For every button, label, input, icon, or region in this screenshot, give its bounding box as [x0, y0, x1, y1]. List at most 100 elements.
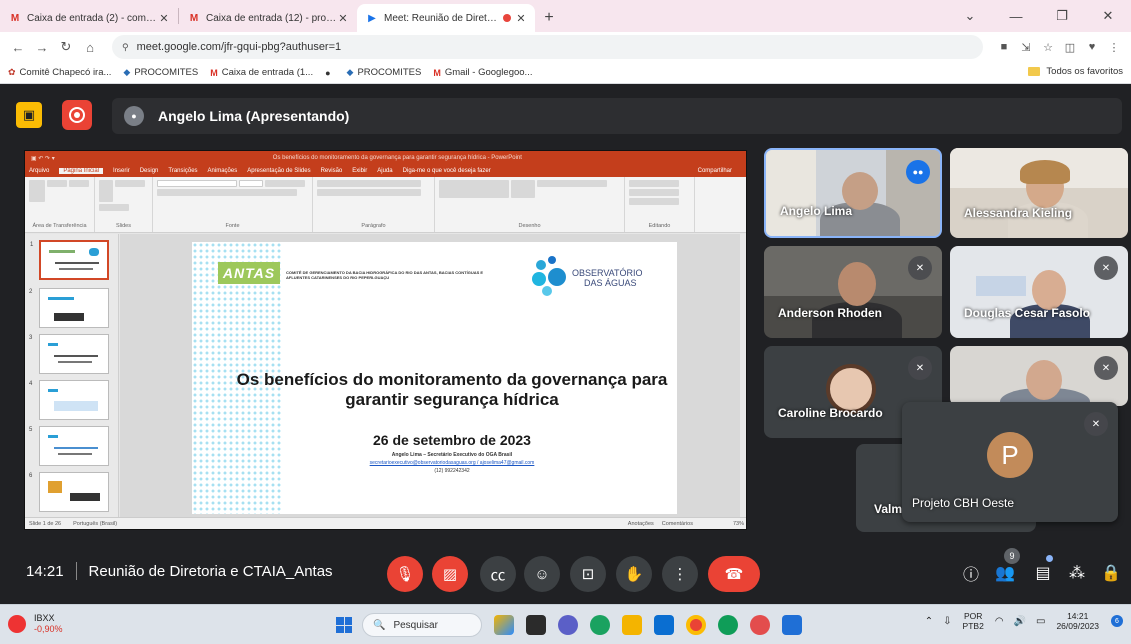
- tab-search-icon[interactable]: ⌄: [947, 0, 993, 32]
- captions-button[interactable]: ㏄: [480, 556, 516, 592]
- folder-icon: [1028, 67, 1041, 76]
- stock-widget[interactable]: IBXX -0,90%: [8, 613, 63, 635]
- notes-button[interactable]: Anotações: [628, 521, 654, 527]
- browser-app-icon[interactable]: [590, 615, 610, 635]
- windows-start-icon[interactable]: [336, 617, 352, 633]
- app-icon[interactable]: [750, 615, 770, 635]
- back-icon[interactable]: ←: [6, 35, 30, 59]
- info-icon[interactable]: ⓘ: [958, 560, 984, 586]
- store-app-icon[interactable]: [654, 615, 674, 635]
- clock[interactable]: 14:21 26/09/2023: [1056, 611, 1099, 631]
- close-icon[interactable]: ✕: [515, 12, 527, 25]
- participant-tile-anderson[interactable]: ✕ Anderson Rhoden: [764, 246, 942, 338]
- ppt-tab[interactable]: Transições: [168, 168, 197, 174]
- ppt-share[interactable]: Compartilhar: [698, 168, 732, 174]
- recording-button[interactable]: [62, 100, 92, 130]
- current-slide[interactable]: ANTAS COMITÊ DE GERENCIAMENTO DA BACIA H…: [192, 242, 677, 514]
- reload-icon[interactable]: ↻: [54, 35, 78, 59]
- people-icon[interactable]: 👥: [992, 560, 1018, 586]
- url-bar[interactable]: ⚲ meet.google.com/jfr-gqui-pbg?authuser=…: [112, 35, 983, 59]
- widgets-app-icon[interactable]: [494, 615, 514, 635]
- bookmark-item[interactable]: ◆ PROCOMITES: [123, 67, 198, 78]
- mic-off-button[interactable]: 🎙: [387, 556, 423, 592]
- usb-icon[interactable]: ⇩: [943, 616, 951, 627]
- chevron-up-icon[interactable]: ⌃: [925, 616, 933, 627]
- leave-call-button[interactable]: ☎: [708, 556, 760, 592]
- taskbar-search[interactable]: 🔍 Pesquisar: [362, 613, 482, 637]
- ppt-tab[interactable]: Página Inicial: [59, 168, 104, 174]
- menu-icon[interactable]: ⋮: [1103, 36, 1125, 58]
- ppt-tab[interactable]: Apresentação de Slides: [247, 168, 310, 174]
- ppt-tab[interactable]: Ajuda: [377, 168, 392, 174]
- raise-hand-button[interactable]: ✋: [616, 556, 652, 592]
- comments-button[interactable]: Comentários: [662, 521, 693, 527]
- ppt-workspace: 1 2 3 4 5 6 ANTAS COMITÊ DE GERENCIAMENT…: [25, 234, 746, 519]
- all-bookmarks[interactable]: Todos os favoritos: [1028, 66, 1123, 77]
- language-indicator[interactable]: POR PTB2: [963, 611, 984, 631]
- ppt-tab[interactable]: Exibir: [352, 168, 367, 174]
- emoji-button[interactable]: ☺: [524, 556, 560, 592]
- tab-gmail-1[interactable]: M Caixa de entrada (2) - comitecha ✕: [0, 4, 178, 32]
- forward-icon[interactable]: →: [30, 35, 54, 59]
- slide-thumbnail[interactable]: 6: [29, 472, 109, 512]
- close-icon[interactable]: ✕: [158, 12, 170, 25]
- tab-meet[interactable]: ▶ Meet: Reunião de Diretoria e ✕: [357, 4, 535, 32]
- participant-tile-unnamed[interactable]: ✕: [950, 346, 1128, 406]
- edge-app-icon[interactable]: [718, 615, 738, 635]
- activities-icon[interactable]: ⁂: [1064, 560, 1090, 586]
- extension-icon[interactable]: ♥: [1081, 36, 1103, 58]
- bookmark-item[interactable]: ◆ PROCOMITES: [347, 67, 422, 78]
- chrome-app-icon[interactable]: [686, 615, 706, 635]
- bookmark-item[interactable]: M Caixa de entrada (1...: [210, 67, 313, 78]
- ppt-tab[interactable]: Inserir: [113, 168, 130, 174]
- install-icon[interactable]: ⇲: [1015, 36, 1037, 58]
- tab-gmail-2[interactable]: M Caixa de entrada (12) - projetoc ✕: [179, 4, 357, 32]
- minimize-icon[interactable]: —: [993, 0, 1039, 32]
- star-icon[interactable]: ☆: [1037, 36, 1059, 58]
- new-tab-button[interactable]: +: [535, 4, 563, 32]
- ppt-tab[interactable]: Animações: [208, 168, 238, 174]
- participant-tile-alessandra[interactable]: Alessandra Kieling: [950, 148, 1128, 238]
- volume-icon[interactable]: 🔊: [1014, 616, 1026, 627]
- participant-tile-douglas[interactable]: ✕ Douglas Cesar Fasolo: [950, 246, 1128, 338]
- ppt-tab[interactable]: Revisão: [321, 168, 343, 174]
- slide-thumbnail[interactable]: 3: [29, 334, 109, 374]
- speaking-indicator-icon: ●●: [906, 160, 930, 184]
- bookmark-item[interactable]: ✿ Comitê Chapecó ira...: [8, 67, 111, 78]
- slide-thumbnail[interactable]: 2: [29, 288, 109, 328]
- participant-tile-angelo[interactable]: ●● Angelo Lima: [764, 148, 942, 238]
- notification-badge[interactable]: 6: [1111, 615, 1123, 627]
- participant-tile-projeto-cbh[interactable]: P ✕ Projeto CBH Oeste: [902, 402, 1118, 522]
- side-panel-icon[interactable]: ◫: [1059, 36, 1081, 58]
- close-window-icon[interactable]: ✕: [1085, 0, 1131, 32]
- present-button[interactable]: ⊡: [570, 556, 606, 592]
- host-controls-icon[interactable]: 🔒: [1098, 560, 1124, 586]
- wifi-icon[interactable]: ◠: [995, 616, 1004, 627]
- gmail-icon: M: [433, 67, 441, 78]
- presentation-icon[interactable]: ▣: [16, 102, 42, 128]
- bookmark-item[interactable]: ●: [325, 68, 334, 78]
- search-placeholder: Pesquisar: [393, 619, 438, 631]
- chat-app-icon[interactable]: [558, 615, 578, 635]
- battery-icon[interactable]: ▭: [1036, 616, 1045, 627]
- bookmark-item[interactable]: M Gmail - Googlegoo...: [433, 67, 532, 78]
- close-icon[interactable]: ✕: [337, 12, 349, 25]
- zoom-level[interactable]: 73%: [733, 521, 744, 527]
- ppt-tab[interactable]: Design: [140, 168, 159, 174]
- slide-thumbnail[interactable]: 1: [30, 240, 109, 280]
- slide-thumbnail[interactable]: 5: [29, 426, 109, 466]
- file-explorer-icon[interactable]: [622, 615, 642, 635]
- chat-icon[interactable]: ▤: [1030, 560, 1056, 586]
- home-icon[interactable]: ⌂: [78, 35, 102, 59]
- camera-icon[interactable]: ■: [993, 36, 1015, 58]
- camera-off-button[interactable]: ▨: [432, 556, 468, 592]
- ppt-tab[interactable]: Arquivo: [29, 168, 49, 174]
- slide-thumbnail[interactable]: 4: [29, 380, 109, 420]
- task-view-icon[interactable]: [526, 615, 546, 635]
- site-info-icon[interactable]: ⚲: [122, 42, 129, 53]
- maximize-icon[interactable]: ❐: [1039, 0, 1085, 32]
- outlook-app-icon[interactable]: [782, 615, 802, 635]
- vertical-scrollbar[interactable]: [740, 234, 746, 519]
- more-options-button[interactable]: ⋮: [662, 556, 698, 592]
- ppt-tell-me[interactable]: Diga-me o que você deseja fazer: [403, 168, 491, 174]
